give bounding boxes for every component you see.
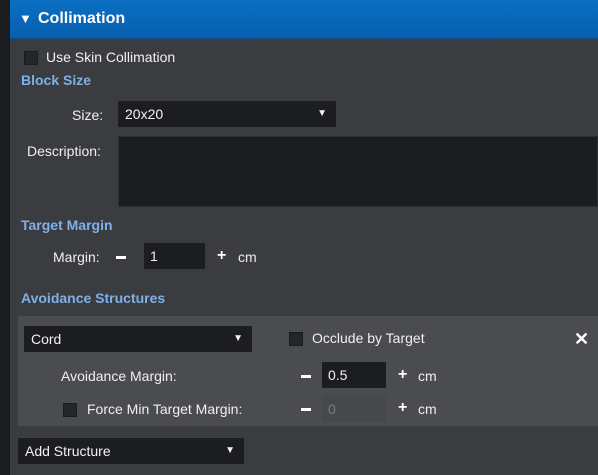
caret-down-icon: ▼ [233,333,243,344]
avoidance-structure-value: Cord [31,331,62,347]
avoidance-margin-input[interactable]: 0.5 [322,362,386,388]
occlude-by-target-label: Occlude by Target [312,330,425,346]
force-margin-decrement-button[interactable] [301,408,311,411]
margin-unit: cm [238,249,257,265]
force-margin-input: 0 [322,396,386,422]
force-margin-unit: cm [418,401,437,417]
caret-down-icon: ▼ [317,108,327,119]
avoidance-structures-section-title: Avoidance Structures [21,290,166,306]
avoidance-margin-increment-button[interactable]: + [398,365,407,385]
description-textarea[interactable] [118,136,598,207]
margin-input[interactable]: 1 [144,243,205,269]
collapse-triangle-icon[interactable]: ▼ [19,0,32,38]
force-min-target-margin-label: Force Min Target Margin: [87,401,243,417]
avoidance-structure-select[interactable]: Cord ▼ [24,326,252,352]
caret-down-icon: ▼ [225,445,235,456]
add-structure-label: Add Structure [25,443,111,459]
margin-increment-button[interactable]: + [217,246,226,266]
description-label: Description: [27,143,101,159]
force-margin-increment-button[interactable]: + [398,398,407,418]
avoidance-structure-row: Cord ▼ Occlude by Target ✕ Avoidance Mar… [18,316,598,426]
panel-title: Collimation [38,10,126,27]
use-skin-collimation-label: Use Skin Collimation [46,49,176,65]
margin-label: Margin: [53,249,100,265]
avoidance-margin-label: Avoidance Margin: [61,368,177,384]
close-icon[interactable]: ✕ [574,329,589,349]
size-select-value: 20x20 [125,106,164,122]
collimation-header[interactable]: ▼ Collimation [10,0,598,39]
block-size-section-title: Block Size [21,72,92,88]
collimation-panel: ▼ Collimation Use Skin Collimation Block… [10,0,598,475]
force-min-target-margin-checkbox[interactable] [63,403,77,417]
target-margin-section-title: Target Margin [21,217,113,233]
margin-decrement-button[interactable] [116,256,126,259]
size-select[interactable]: 20x20 ▼ [118,101,336,127]
occlude-by-target-checkbox[interactable] [289,332,303,346]
use-skin-collimation-checkbox[interactable] [24,51,38,65]
add-structure-select[interactable]: Add Structure ▼ [18,438,244,464]
avoidance-margin-unit: cm [418,368,437,384]
size-label: Size: [72,107,104,123]
avoidance-margin-decrement-button[interactable] [301,375,311,378]
